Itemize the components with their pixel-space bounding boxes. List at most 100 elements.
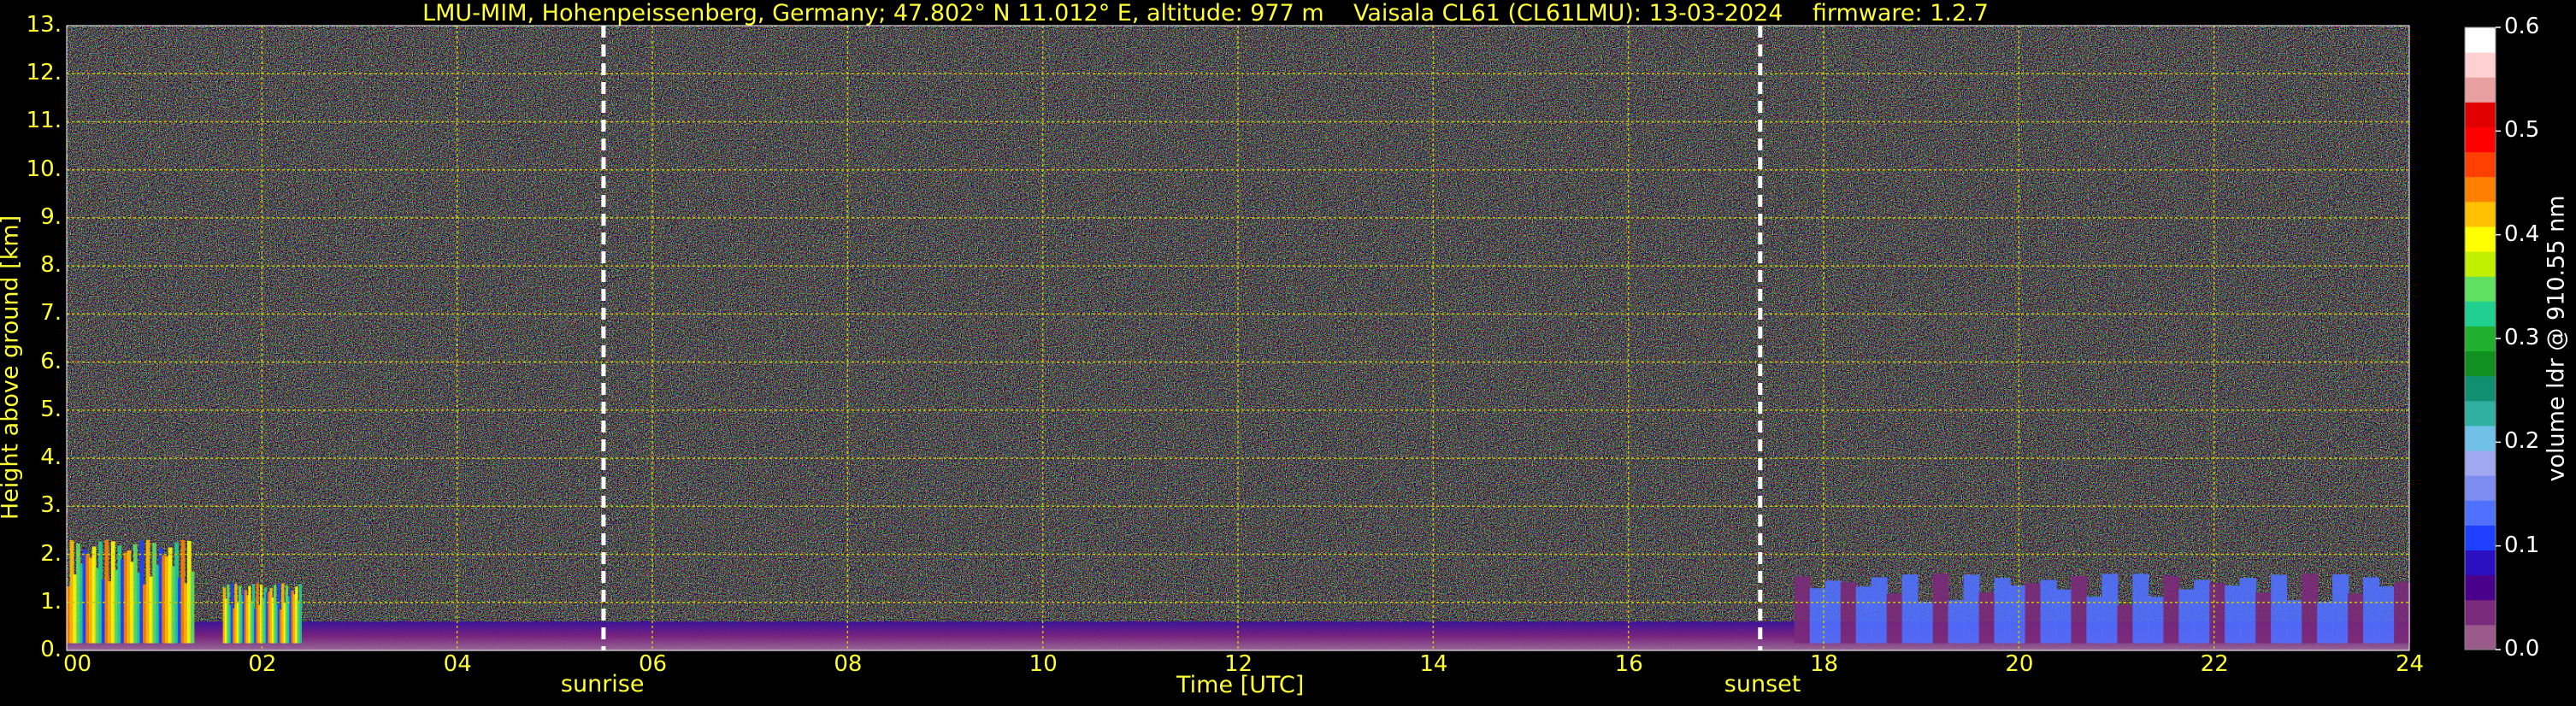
feature-cell	[2163, 575, 2180, 644]
x-tick-label: 16	[1614, 651, 1643, 677]
y-tick-label: 7.	[40, 300, 62, 327]
y-tick-label: 0.	[40, 637, 62, 662]
colorbar-swatch	[2465, 102, 2496, 127]
feature-cell	[2317, 601, 2334, 644]
feature-cell	[1978, 592, 1995, 644]
colorbar-swatch	[2465, 574, 2496, 601]
x-tick-label: 24	[2396, 651, 2425, 677]
y-tick-label: 5.	[40, 396, 62, 422]
colorbar-swatch	[2465, 550, 2496, 576]
colorbar-swatch	[2465, 276, 2496, 302]
x-tick-label: 18	[1810, 651, 1839, 677]
ldr-chart	[66, 25, 2501, 651]
sunset-label: sunset	[1724, 671, 1801, 697]
colorbar-swatch	[2465, 126, 2496, 153]
x-tick-label: 20	[2005, 651, 2034, 677]
feature-cell	[2117, 604, 2134, 644]
feature-cell	[1824, 580, 1842, 644]
colorbar-swatch	[2465, 151, 2496, 178]
feature-cell	[2379, 586, 2396, 644]
x-tick-label: 14	[1419, 651, 1448, 677]
x-tick-label: 04	[443, 651, 472, 677]
y-tick-label: 6.	[40, 348, 62, 374]
colorbar-swatch	[2465, 475, 2496, 501]
y-tick-label: 12.	[26, 60, 62, 86]
colorbar-tick-label: 0.6	[2504, 14, 2540, 39]
y-tick-label: 8.	[40, 252, 62, 279]
colorbar-swatch	[2465, 27, 2496, 53]
x-tick-label: 06	[639, 651, 668, 677]
feature-cell	[1871, 577, 1888, 644]
x-tick-label: 10	[1029, 651, 1058, 677]
colorbar-swatch	[2465, 77, 2496, 103]
colorbar-swatch	[2465, 375, 2496, 402]
sunrise-label: sunrise	[560, 671, 645, 697]
colorbar-swatch	[2465, 624, 2496, 650]
colorbar-swatch	[2465, 176, 2496, 203]
colorbar-swatch	[2465, 301, 2496, 327]
x-tick-label: 02	[248, 651, 277, 677]
colorbar-tick-label: 0.0	[2504, 636, 2540, 662]
feature-cell	[1917, 601, 1934, 644]
colorbar-tick-label: 0.2	[2504, 428, 2540, 455]
x-tick-label: 08	[834, 651, 863, 677]
x-tick-label: 12	[1224, 651, 1253, 677]
y-tick-label: 9.	[40, 203, 62, 230]
feature-cell	[190, 571, 195, 644]
y-tick-label: 3.	[40, 492, 62, 519]
feature-cell	[1886, 593, 1903, 644]
colorbar-swatch	[2465, 425, 2496, 451]
feature-cell	[2209, 583, 2226, 644]
feature-cell	[2255, 592, 2272, 644]
feature-cell	[2009, 585, 2026, 644]
feature-cell	[2240, 578, 2257, 644]
colorbar-tick-label: 0.1	[2504, 532, 2540, 558]
y-axis-label: Height above ground [km]	[0, 215, 24, 521]
colorbar-swatch	[2465, 400, 2496, 427]
feature-cell	[2025, 583, 2042, 644]
feature-cell	[2055, 589, 2072, 644]
feature-cell	[2225, 585, 2242, 644]
feature-cell	[2086, 597, 2103, 644]
feature-cell	[2040, 580, 2057, 644]
y-tick-label: 10.	[26, 156, 62, 182]
feature-cell	[2071, 575, 2088, 644]
feature-cell	[1994, 578, 2011, 644]
x-tick-label: 00	[63, 651, 92, 677]
feature-cell	[2148, 597, 2165, 644]
colorbar-swatch	[2465, 500, 2496, 526]
colorbar-swatch	[2465, 350, 2496, 377]
feature-cell	[298, 584, 302, 644]
colorbar-label: volume ldr @ 910.55 nm	[2543, 195, 2570, 482]
feature-cell	[1932, 574, 1949, 644]
y-tick-label: 4.	[40, 444, 62, 471]
feature-cell	[2101, 574, 2119, 644]
feature-cell	[1901, 574, 1919, 644]
feature-cell	[2132, 574, 2149, 644]
colorbar-swatch	[2465, 450, 2496, 476]
y-tick-label: 11.	[26, 108, 62, 134]
colorbar-tick-label: 0.5	[2504, 117, 2540, 144]
feature-cell	[2178, 589, 2196, 644]
colorbar-swatch	[2465, 251, 2496, 277]
feature-cell	[1963, 574, 1980, 644]
feature-cell	[1948, 600, 1965, 644]
colorbar-swatch	[2465, 525, 2496, 551]
colorbar-swatch	[2465, 599, 2496, 626]
colorbar-tick-label: 0.4	[2504, 221, 2540, 247]
feature-cell	[2394, 582, 2410, 644]
feature-cell	[2302, 574, 2319, 644]
feature-cell	[2332, 574, 2349, 644]
y-tick-label: 1.	[40, 588, 62, 615]
feature-cell	[2363, 577, 2380, 644]
feature-cell	[2194, 580, 2211, 644]
colorbar-swatch	[2465, 226, 2496, 252]
chart-title: LMU-MIM, Hohenpeissenberg, Germany; 47.8…	[422, 0, 1989, 26]
y-tick-label: 2.	[40, 540, 62, 567]
colorbar-swatch	[2465, 52, 2496, 78]
y-tick-label: 13.	[26, 12, 62, 38]
feature-cell	[2286, 600, 2303, 644]
x-tick-label: 22	[2200, 651, 2229, 677]
feature-cell	[2348, 593, 2365, 644]
feature-cell	[1855, 586, 1872, 644]
